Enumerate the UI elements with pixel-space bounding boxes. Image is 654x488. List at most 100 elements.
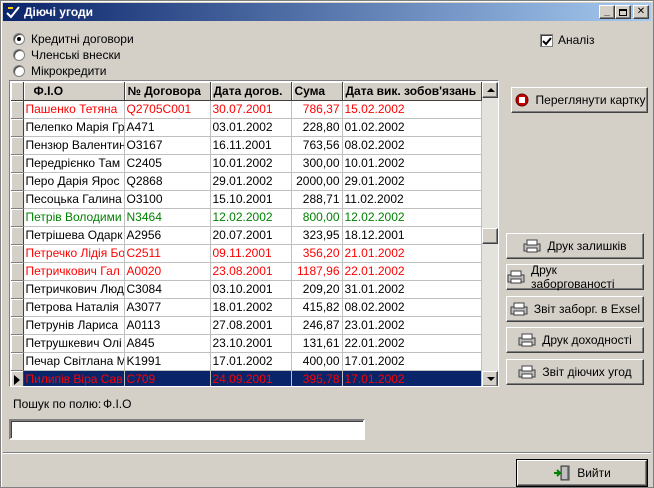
scroll-thumb[interactable] xyxy=(482,228,498,244)
analysis-checkbox[interactable] xyxy=(540,33,553,47)
cell-sum[interactable]: 228,80 xyxy=(291,118,343,137)
cell-due-date[interactable]: 08.02.2002 xyxy=(342,136,482,155)
cell-contract-no[interactable]: Q2705C001 xyxy=(124,100,211,119)
row-indicator[interactable] xyxy=(11,172,24,191)
table-row[interactable]: Песоцька Галина O3100 15.10.2001 288,71 11.0… xyxy=(11,190,482,209)
cell-name[interactable]: Пашенко Тетяна xyxy=(23,100,125,119)
cell-name[interactable]: Петрунів Лариса xyxy=(23,316,125,335)
cell-contract-date[interactable]: 12.02.2002 xyxy=(210,208,292,227)
cell-contract-date[interactable]: 23.10.2001 xyxy=(210,334,292,353)
table-row[interactable]: Петрушкевич Олі A845 23.10.2001 131,61 22.01… xyxy=(11,334,482,353)
cell-contract-no[interactable]: N3464 xyxy=(124,208,211,227)
cell-sum[interactable]: 415,82 xyxy=(291,298,343,317)
row-indicator[interactable] xyxy=(11,100,24,119)
cell-due-date[interactable]: 22.01.2002 xyxy=(342,334,482,353)
cell-contract-date[interactable]: 27.08.2001 xyxy=(210,316,292,335)
maximize-button[interactable] xyxy=(615,5,631,19)
cell-contract-date[interactable]: 23.08.2001 xyxy=(210,262,292,281)
table-row[interactable]: Петрова Наталія A3077 18.01.2002 415,82 08.0… xyxy=(11,298,482,317)
minimize-button[interactable]: _ xyxy=(599,5,615,19)
cell-name[interactable]: Петричкович Гал xyxy=(23,262,125,281)
cell-name[interactable]: Печар Світлана М xyxy=(23,352,125,371)
cell-due-date[interactable]: 15.02.2002 xyxy=(342,100,482,119)
analysis-checkbox-row[interactable]: Аналіз xyxy=(540,33,594,47)
radio-microcredits[interactable]: Мікрокредити xyxy=(13,64,107,78)
cell-sum[interactable]: 1187,96 xyxy=(291,262,343,281)
cell-due-date[interactable]: 18.12.2001 xyxy=(342,226,482,245)
print-balances-button[interactable]: Друк залишків xyxy=(506,233,644,259)
radio-credit-contracts-dot[interactable] xyxy=(13,33,25,45)
cell-due-date[interactable]: 01.02.2002 xyxy=(342,118,482,137)
table-row[interactable]: Петрунів Лариса A0113 27.08.2001 246,87 23.0… xyxy=(11,316,482,335)
cell-contract-date[interactable]: 03.01.2002 xyxy=(210,118,292,137)
cell-sum[interactable]: 763,56 xyxy=(291,136,343,155)
cell-contract-date[interactable]: 30.07.2001 xyxy=(210,100,292,119)
cell-contract-no[interactable]: C3084 xyxy=(124,280,211,299)
print-debts-button[interactable]: Друк заборгованості xyxy=(506,263,644,291)
cell-due-date[interactable]: 17.01.2002 xyxy=(342,352,482,371)
cell-contract-date[interactable]: 03.10.2001 xyxy=(210,280,292,299)
cell-contract-no[interactable]: A471 xyxy=(124,118,211,137)
cell-sum[interactable]: 300,00 xyxy=(291,154,343,173)
cell-name[interactable]: Песоцька Галина xyxy=(23,190,125,209)
cell-sum[interactable]: 209,20 xyxy=(291,280,343,299)
cell-contract-date[interactable]: 10.01.2002 xyxy=(210,154,292,173)
cell-contract-no[interactable]: C2405 xyxy=(124,154,211,173)
table-row[interactable]: Петричкович Гал A0020 23.08.2001 1187,96 22.… xyxy=(11,262,482,281)
row-indicator[interactable] xyxy=(11,118,24,137)
cell-name[interactable]: Перо Дарія Ярос xyxy=(23,172,125,191)
cell-name[interactable]: Передрієнко Там xyxy=(23,154,125,173)
cell-contract-no[interactable]: A0020 xyxy=(124,262,211,281)
row-indicator[interactable] xyxy=(11,280,24,299)
cell-name[interactable]: Петрів Володими xyxy=(23,208,125,227)
cell-due-date[interactable]: 10.01.2002 xyxy=(342,154,482,173)
cell-contract-no[interactable]: C2511 xyxy=(124,244,211,263)
row-indicator[interactable] xyxy=(11,190,24,209)
row-indicator[interactable] xyxy=(11,352,24,371)
cell-contract-date[interactable]: 20.07.2001 xyxy=(210,226,292,245)
cell-name[interactable]: Петричкович Люд xyxy=(23,280,125,299)
cell-contract-date[interactable]: 29.01.2002 xyxy=(210,172,292,191)
row-indicator[interactable] xyxy=(11,208,24,227)
cell-sum[interactable]: 400,00 xyxy=(291,352,343,371)
cell-due-date[interactable]: 22.01.2002 xyxy=(342,262,482,281)
row-indicator[interactable] xyxy=(11,226,24,245)
table-row[interactable]: Петрів Володими N3464 12.02.2002 800,00 12.0… xyxy=(11,208,482,227)
cell-contract-no[interactable]: A2956 xyxy=(124,226,211,245)
cell-sum[interactable]: 246,87 xyxy=(291,316,343,335)
cell-contract-no[interactable]: A0113 xyxy=(124,316,211,335)
cell-contract-date[interactable]: 15.10.2001 xyxy=(210,190,292,209)
table-row[interactable]: Пелепко Марія Гр A471 03.01.2002 228,80 01.0… xyxy=(11,118,482,137)
grid-vertical-scrollbar[interactable] xyxy=(482,82,498,386)
column-header-name[interactable]: Ф.І.О xyxy=(23,82,125,101)
table-row[interactable]: Перо Дарія Ярос Q2868 29.01.2002 2000,00 29.… xyxy=(11,172,482,191)
cell-sum[interactable]: 288,71 xyxy=(291,190,343,209)
column-header-contract-date[interactable]: Дата догов. xyxy=(210,82,292,101)
table-row[interactable]: Петречко Лідія Бо C2511 09.11.2001 356,20 21… xyxy=(11,244,482,263)
cell-name[interactable]: Пелепко Марія Гр xyxy=(23,118,125,137)
cell-contract-no[interactable]: O3100 xyxy=(124,190,211,209)
exit-button[interactable]: Вийти xyxy=(516,459,648,487)
row-indicator[interactable] xyxy=(11,298,24,317)
cell-contract-date[interactable]: 24.09.2001 xyxy=(210,370,292,386)
cell-name[interactable]: Пилипів Віра Сав xyxy=(23,370,125,386)
cell-due-date[interactable]: 21.01.2002 xyxy=(342,244,482,263)
cell-contract-date[interactable]: 18.01.2002 xyxy=(210,298,292,317)
view-card-button[interactable]: Переглянути картку xyxy=(511,87,648,113)
row-indicator[interactable] xyxy=(11,136,24,155)
row-indicator[interactable] xyxy=(11,262,24,281)
close-button[interactable]: ✕ xyxy=(633,5,649,19)
radio-membership-fees[interactable]: Членські внески xyxy=(13,48,120,62)
cell-name[interactable]: Петрішева Одарк xyxy=(23,226,125,245)
print-income-button[interactable]: Друк доходності xyxy=(506,327,644,353)
cell-sum[interactable]: 786,37 xyxy=(291,100,343,119)
cell-sum[interactable]: 395,78 xyxy=(291,370,343,386)
scroll-down-button[interactable] xyxy=(482,371,498,386)
cell-sum[interactable]: 2000,00 xyxy=(291,172,343,191)
cell-sum[interactable]: 800,00 xyxy=(291,208,343,227)
export-excel-button[interactable]: Звіт заборг. в Exsel xyxy=(506,296,644,322)
cell-contract-date[interactable]: 17.01.2002 xyxy=(210,352,292,371)
table-row[interactable]: Петричкович Люд C3084 03.10.2001 209,20 31.0… xyxy=(11,280,482,299)
cell-due-date[interactable]: 31.01.2002 xyxy=(342,280,482,299)
cell-due-date[interactable]: 17.01.2002 xyxy=(342,370,482,386)
